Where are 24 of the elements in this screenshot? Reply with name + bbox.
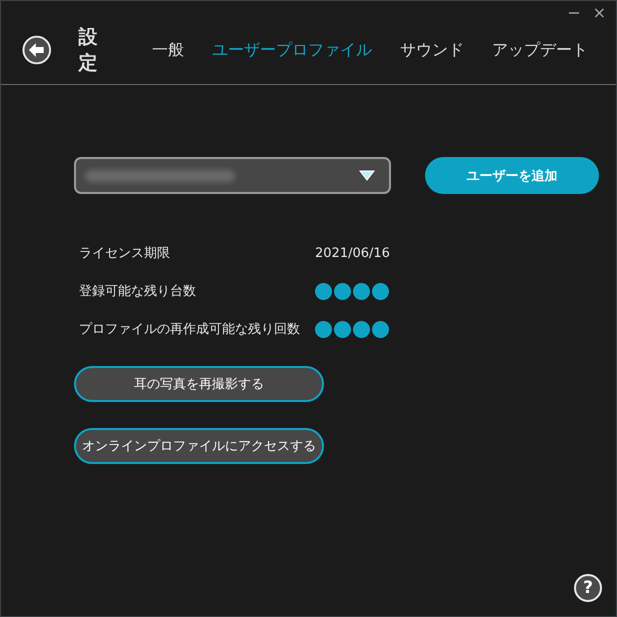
nav-tab[interactable]: サウンド [400, 40, 464, 60]
caret-icon [359, 170, 375, 181]
help-button[interactable]: ? [574, 574, 602, 602]
dot-icon [315, 320, 332, 338]
info-label: 登録可能な残り台数 [79, 283, 197, 300]
nav-tab[interactable]: 一般 [152, 40, 184, 60]
info-label: ライセンス期限 [79, 245, 171, 262]
user-dropdown[interactable] [74, 157, 391, 194]
dot-icon [372, 320, 389, 338]
dot-icon [353, 320, 370, 338]
minimize-button[interactable]: − [567, 3, 581, 25]
page-title: 設定 [78, 25, 99, 76]
nav-tab[interactable]: アップデート [492, 40, 588, 60]
close-button[interactable]: × [592, 3, 606, 25]
dot-icon [315, 282, 332, 300]
action-button[interactable]: 耳の写真を再撮影する [74, 366, 324, 402]
dot-icon [334, 320, 351, 338]
dot-icon [353, 282, 370, 300]
dot-icon [334, 282, 351, 300]
dot-icon [372, 282, 389, 300]
nav-tab[interactable]: ユーザープロファイル [212, 40, 372, 60]
info-label: プロファイルの再作成可能な残り回数 [79, 321, 301, 338]
action-button[interactable]: オンラインプロファイルにアクセスする [74, 428, 324, 464]
info-value: 2021/06/16 [315, 246, 390, 260]
